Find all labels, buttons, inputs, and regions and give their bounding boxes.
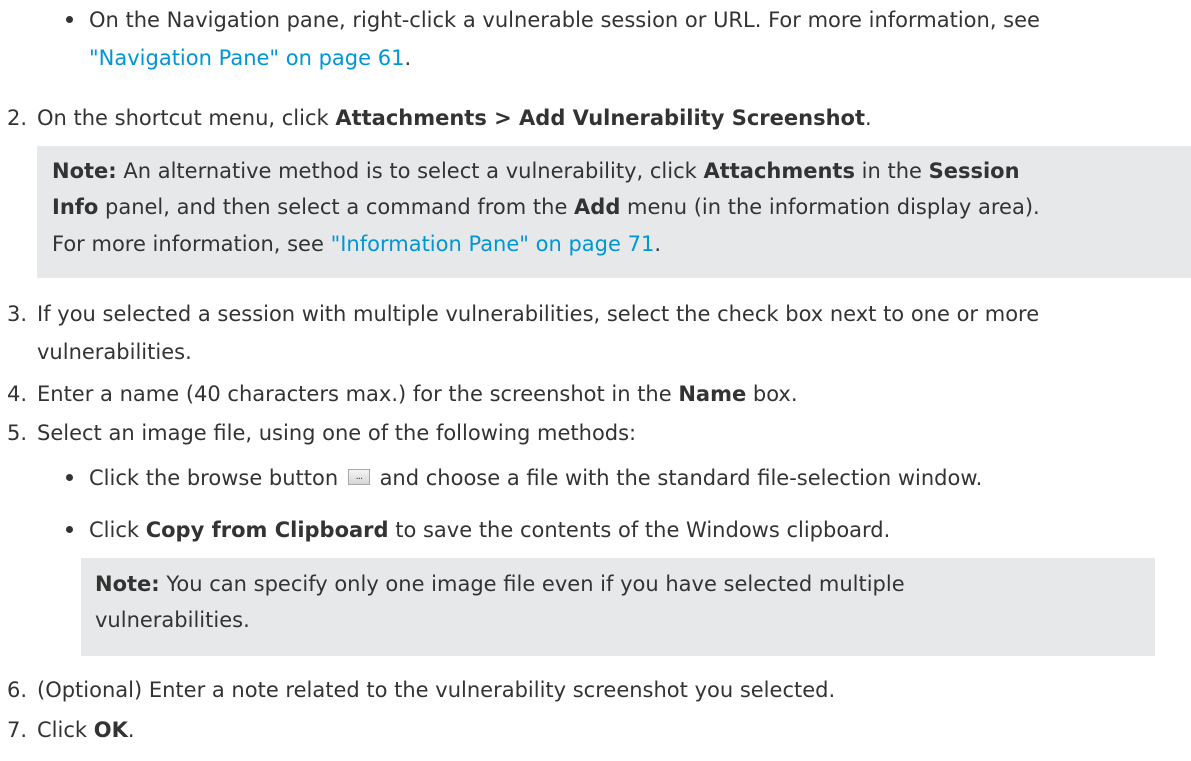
note-2-line-2: vulnerabilities. (95, 608, 250, 632)
menu-path: Attachments > Add Vulnerability Screensh… (335, 106, 866, 130)
information-pane-link[interactable]: "Information Pane" on page 71 (331, 232, 655, 256)
copy-from-clipboard-label: Copy from Clipboard (145, 518, 389, 542)
step-number: 7. (7, 718, 28, 742)
note-label: Note: (95, 572, 160, 596)
nav-bullet-text: On the Navigation pane, right-click a vu… (89, 8, 1040, 32)
step-number: 4. (7, 382, 28, 406)
step-number: 5. (7, 421, 28, 445)
navigation-pane-link[interactable]: "Navigation Pane" on page 61 (89, 46, 404, 70)
nav-bullet-text-cont: "Navigation Pane" on page 61. (89, 46, 412, 70)
ok-label: OK (93, 718, 128, 742)
note-1-line-3: For more information, see "Information P… (52, 232, 661, 256)
bullet-marker (66, 526, 73, 533)
step-number: 2. (7, 106, 28, 130)
note-1-line-1: Note: An alternative method is to select… (52, 159, 1020, 183)
name-field-label: Name (678, 382, 747, 406)
note-label: Note: (52, 159, 117, 183)
step-number: 6. (7, 678, 28, 702)
note-2-line-1: Note: You can specify only one image fil… (95, 572, 905, 596)
note-1-line-2: Info panel, and then select a command fr… (52, 195, 1040, 219)
browse-button-icon: ... (347, 469, 370, 485)
step-3-cont: vulnerabilities. (37, 340, 192, 364)
step-number: 3. (7, 302, 28, 326)
bullet-marker (66, 474, 73, 481)
bullet-marker (66, 16, 73, 23)
browse-bullet-text: Click the browse button ... and choose a… (89, 466, 983, 490)
clipboard-bullet-text: Click Copy from Clipboard to save the co… (89, 518, 891, 542)
